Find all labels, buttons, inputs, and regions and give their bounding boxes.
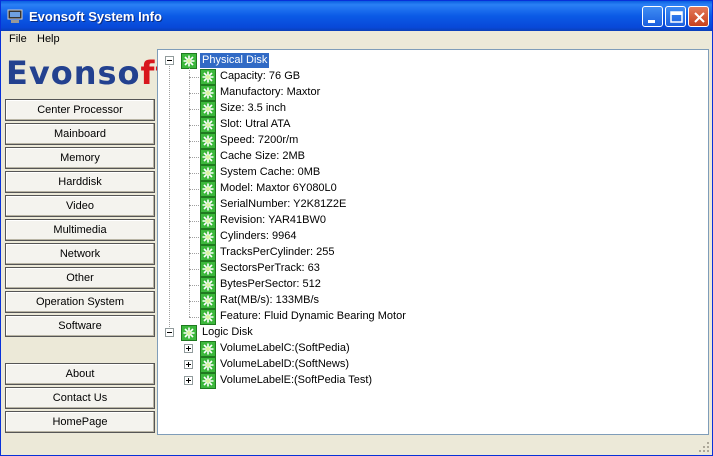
volume-label: VolumeLabelE:(SoftPedia Test) [220,374,373,386]
nav-harddisk-button[interactable]: Harddisk [5,171,155,193]
tree-node-logic-disk[interactable]: Logic Disk [158,325,558,341]
app-window: Evonsoft System Info File Help Evonsoft … [0,0,713,456]
expand-icon[interactable] [184,360,193,369]
property-icon [200,69,216,85]
property-label: BytesPerSector: 512 [220,278,321,290]
property-label: SectorsPerTrack: 63 [220,262,320,274]
volume-icon [200,373,216,389]
tree-item-physical-disk[interactable]: Manufactory: Maxtor [158,85,558,101]
property-label: Capacity: 76 GB [220,70,301,82]
minimize-button[interactable] [642,6,663,27]
property-icon [200,117,216,133]
property-icon [200,293,216,309]
tree-item-volume[interactable]: VolumeLabelE:(SoftPedia Test) [158,373,558,389]
property-icon [200,165,216,181]
disk-node-icon [181,53,197,69]
tree-item-physical-disk[interactable]: Capacity: 76 GB [158,69,558,85]
property-label: Revision: YAR41BW0 [220,214,326,226]
collapse-icon[interactable] [165,56,174,65]
property-icon [200,85,216,101]
property-icon [200,101,216,117]
minimize-icon [648,20,655,23]
nav-other-button[interactable]: Other [5,267,155,289]
menu-help[interactable]: Help [37,33,60,45]
property-label: Speed: 7200r/m [220,134,299,146]
tree-item-physical-disk[interactable]: Feature: Fluid Dynamic Bearing Motor [158,309,558,325]
property-icon [200,245,216,261]
property-label: Size: 3.5 inch [220,102,287,114]
property-icon [200,229,216,245]
close-icon [694,12,705,23]
status-bar [1,437,712,455]
resize-grip-icon[interactable] [698,441,710,453]
property-label: Cylinders: 9964 [220,230,297,242]
tree-item-physical-disk[interactable]: Size: 3.5 inch [158,101,558,117]
tree-item-physical-disk[interactable]: Cache Size: 2MB [158,149,558,165]
property-label: Cache Size: 2MB [220,150,305,162]
nav-operation-system-button[interactable]: Operation System [5,291,155,313]
menu-bar: File Help [1,31,712,49]
expand-icon[interactable] [184,344,193,353]
property-label: Feature: Fluid Dynamic Bearing Motor [220,310,406,322]
close-button[interactable] [688,6,709,27]
tree-item-physical-disk[interactable]: System Cache: 0MB [158,165,558,181]
property-label: TracksPerCylinder: 255 [220,246,335,258]
property-icon [200,133,216,149]
tree-node-physical-disk[interactable]: Physical Disk [158,53,558,69]
tree-item-physical-disk[interactable]: TracksPerCylinder: 255 [158,245,558,261]
tree-item-physical-disk[interactable]: Cylinders: 9964 [158,229,558,245]
volume-label: VolumeLabelD:(SoftNews) [220,358,350,370]
evonsoft-logo: Evonsoft [6,54,171,92]
nav-network-button[interactable]: Network [5,243,155,265]
computer-icon [7,9,23,23]
volume-icon [200,341,216,357]
nav-center-processor-button[interactable]: Center Processor [5,99,155,121]
tree-item-volume[interactable]: VolumeLabelC:(SoftPedia) [158,341,558,357]
expand-icon[interactable] [184,376,193,385]
property-icon [200,213,216,229]
tree-item-physical-disk[interactable]: Rat(MB/s): 133MB/s [158,293,558,309]
sidebar: Evonsoft Center Processor Mainboard Memo… [1,49,171,437]
menu-file[interactable]: File [9,33,27,45]
tree-item-volume[interactable]: VolumeLabelD:(SoftNews) [158,357,558,373]
tree-item-physical-disk[interactable]: Slot: Utral ATA [158,117,558,133]
property-icon [200,197,216,213]
nav-homepage-button[interactable]: HomePage [5,411,155,433]
property-icon [200,181,216,197]
property-label: System Cache: 0MB [220,166,321,178]
nav-software-button[interactable]: Software [5,315,155,337]
tree-item-physical-disk[interactable]: Revision: YAR41BW0 [158,213,558,229]
tree-node-label: Logic Disk [202,326,253,338]
property-label: Slot: Utral ATA [220,118,291,130]
property-icon [200,261,216,277]
property-icon [200,277,216,293]
tree-item-physical-disk[interactable]: SectorsPerTrack: 63 [158,261,558,277]
nav-contact-us-button[interactable]: Contact Us [5,387,155,409]
title-bar[interactable]: Evonsoft System Info [1,1,712,31]
nav-multimedia-button[interactable]: Multimedia [5,219,155,241]
nav-memory-button[interactable]: Memory [5,147,155,169]
property-label: Model: Maxtor 6Y080L0 [220,182,337,194]
tree-item-physical-disk[interactable]: Speed: 7200r/m [158,133,558,149]
nav-mainboard-button[interactable]: Mainboard [5,123,155,145]
property-label: Manufactory: Maxtor [220,86,321,98]
collapse-icon[interactable] [165,328,174,337]
nav-about-button[interactable]: About [5,363,155,385]
window-title: Evonsoft System Info [29,9,162,24]
nav-video-button[interactable]: Video [5,195,155,217]
disk-node-icon [181,325,197,341]
tree-node-label: Physical Disk [200,53,270,68]
tree-item-physical-disk[interactable]: Model: Maxtor 6Y080L0 [158,181,558,197]
maximize-button[interactable] [665,6,686,27]
volume-icon [200,357,216,373]
maximize-icon [670,11,683,23]
property-label: Rat(MB/s): 133MB/s [220,294,320,306]
property-label: SerialNumber: Y2K81Z2E [220,198,347,210]
disk-tree-view[interactable]: Physical Disk Capacity: 76 GB Manufactory:… [157,49,709,435]
tree-item-physical-disk[interactable]: BytesPerSector: 512 [158,277,558,293]
volume-label: VolumeLabelC:(SoftPedia) [220,342,350,354]
tree-item-physical-disk[interactable]: SerialNumber: Y2K81Z2E [158,197,558,213]
property-icon [200,149,216,165]
property-icon [200,309,216,325]
